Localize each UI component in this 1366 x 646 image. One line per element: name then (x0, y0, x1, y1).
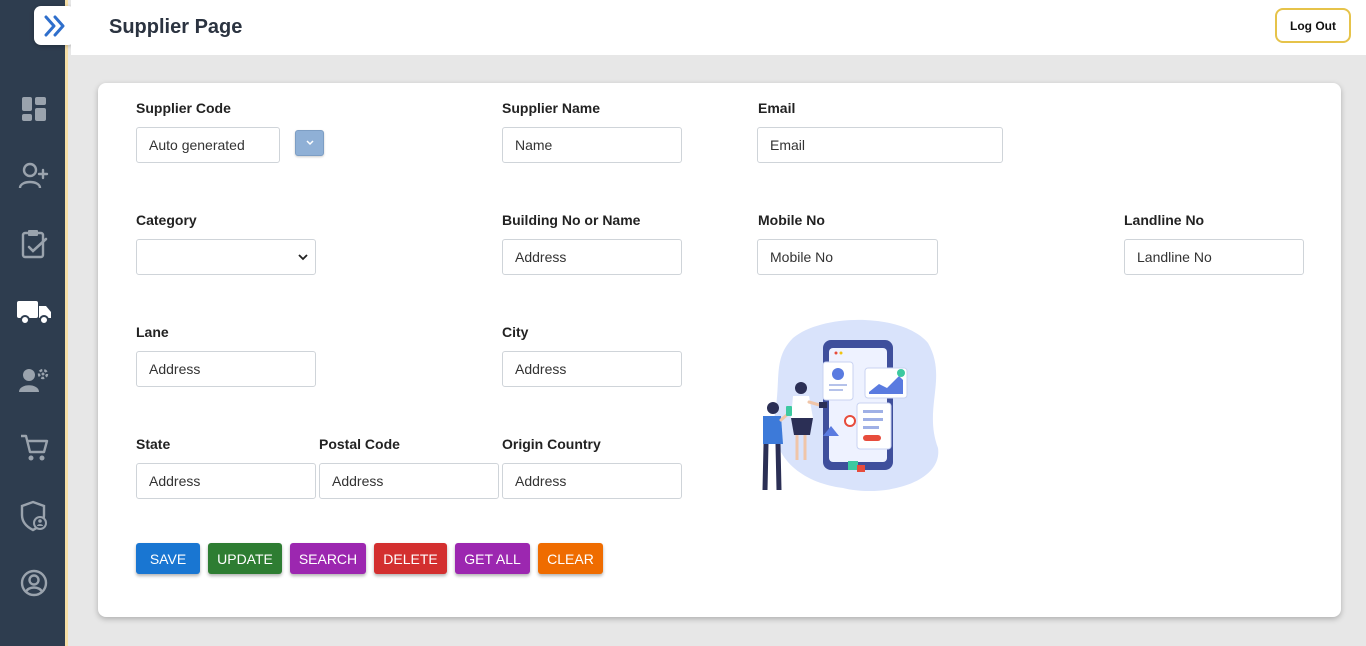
lane-input[interactable] (136, 351, 316, 387)
account-circle-icon (20, 569, 48, 597)
landline-label: Landline No (1124, 212, 1205, 228)
add-user-icon (18, 162, 49, 189)
chevron-down-icon (298, 254, 308, 261)
logout-button[interactable]: Log Out (1275, 8, 1351, 43)
postal-code-label: Postal Code (319, 436, 400, 452)
save-button[interactable]: SAVE (136, 543, 200, 574)
nav-security[interactable] (16, 498, 52, 534)
mobile-input[interactable] (757, 239, 938, 275)
update-button[interactable]: UPDATE (208, 543, 282, 574)
category-label: Category (136, 212, 197, 228)
get-all-button[interactable]: GET ALL (455, 543, 530, 574)
origin-country-input[interactable] (502, 463, 682, 499)
landline-input[interactable] (1124, 239, 1304, 275)
sidebar (0, 0, 75, 646)
clipboard-check-icon (21, 230, 48, 259)
lane-label: Lane (136, 324, 169, 340)
email-input[interactable] (757, 127, 1003, 163)
truck-icon (17, 301, 51, 325)
nav-add-user[interactable] (16, 158, 52, 194)
supplier-name-label: Supplier Name (502, 100, 601, 116)
nav-account[interactable] (16, 565, 52, 601)
shield-user-icon (20, 500, 47, 532)
supplier-illustration (762, 319, 939, 492)
origin-country-label: Origin Country (502, 436, 601, 452)
chevron-down-icon (305, 140, 314, 146)
nav-tasks[interactable] (16, 226, 52, 262)
city-input[interactable] (502, 351, 682, 387)
nav-suppliers[interactable] (14, 294, 54, 330)
nav-dashboard[interactable] (16, 91, 52, 127)
category-select[interactable] (136, 239, 316, 275)
mobile-label: Mobile No (758, 212, 825, 228)
supplier-code-label: Supplier Code (136, 100, 231, 116)
state-label: State (136, 436, 171, 452)
city-label: City (502, 324, 529, 340)
nav-user-settings[interactable] (16, 362, 52, 398)
user-settings-icon (19, 368, 49, 392)
supplier-form-card: Supplier Code Supplier Name Email Catego… (98, 83, 1341, 617)
building-label: Building No or Name (502, 212, 641, 228)
double-chevron-right-icon (44, 15, 64, 36)
supplier-code-input[interactable] (136, 127, 280, 163)
supplier-code-dropdown-button[interactable] (295, 130, 324, 156)
building-input[interactable] (502, 239, 682, 275)
page-title: Supplier Page (109, 16, 243, 38)
clear-button[interactable]: CLEAR (538, 543, 603, 574)
postal-code-input[interactable] (319, 463, 499, 499)
nav-cart[interactable] (16, 430, 52, 466)
search-button[interactable]: SEARCH (290, 543, 366, 574)
delete-button[interactable]: DELETE (374, 543, 447, 574)
supplier-name-input[interactable] (502, 127, 682, 163)
sidebar-toggle-button[interactable] (34, 6, 75, 45)
email-label: Email (758, 100, 796, 116)
cart-icon (21, 434, 49, 461)
dashboard-icon (22, 97, 46, 121)
top-header: Supplier Page Log Out (71, 0, 1366, 55)
state-input[interactable] (136, 463, 316, 499)
